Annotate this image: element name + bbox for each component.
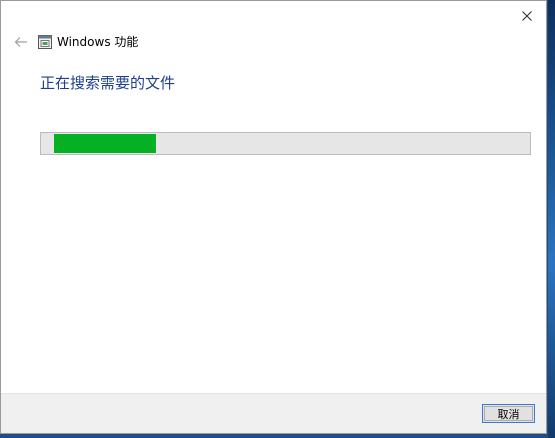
status-heading: 正在搜索需要的文件 [40, 74, 176, 92]
close-icon [522, 11, 532, 21]
cancel-button[interactable]: 取消 [482, 404, 535, 423]
windows-features-icon [38, 34, 52, 49]
window-title: Windows 功能 [57, 35, 139, 49]
back-button[interactable] [13, 34, 29, 48]
progress-bar-fill [54, 134, 156, 153]
progress-bar [40, 132, 531, 155]
dialog-footer: 取消 [1, 393, 546, 433]
desktop-background [548, 0, 555, 438]
close-button[interactable] [516, 5, 538, 27]
windows-features-dialog: Windows 功能 正在搜索需要的文件 取消 [0, 0, 547, 434]
back-arrow-icon [14, 37, 27, 47]
